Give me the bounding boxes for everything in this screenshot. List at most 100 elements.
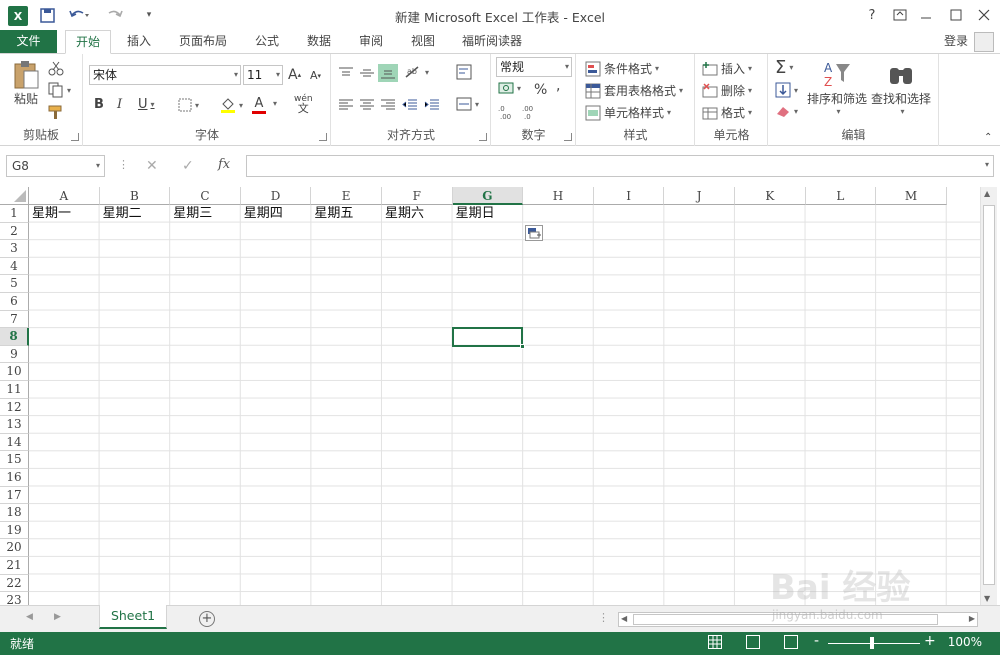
worksheet-grid[interactable]: ABCDEFGHIJKLM 1 2 3 4 5 6 7 8 9 10 11 12 13 14 15 16 17 1… <box>0 187 995 605</box>
column-header-f[interactable]: F <box>382 187 453 205</box>
row-header-2[interactable]: 2 <box>0 222 29 241</box>
account-icon[interactable] <box>974 32 994 52</box>
align-right-icon[interactable] <box>380 98 396 110</box>
percent-button[interactable]: % <box>534 82 547 98</box>
auto-fill-options-icon[interactable] <box>525 224 544 241</box>
zoom-slider[interactable] <box>828 643 920 644</box>
format-cells-button[interactable]: 格式 ▾ <box>702 104 752 121</box>
copy-button[interactable]: ▾ <box>48 82 71 98</box>
minimize-icon[interactable] <box>914 6 938 24</box>
underline-button[interactable]: U ▾ <box>138 97 155 112</box>
column-header-a[interactable]: A <box>29 187 100 205</box>
number-launcher[interactable] <box>564 133 572 141</box>
row-header-18[interactable]: 18 <box>0 504 29 522</box>
page-break-view-icon[interactable] <box>784 635 798 649</box>
column-header-i[interactable]: I <box>593 187 665 205</box>
scroll-up-icon[interactable]: ▲ <box>984 189 990 198</box>
scroll-left-icon[interactable]: ◀ <box>621 614 627 623</box>
tab-file[interactable]: 文件 <box>0 30 57 54</box>
row-header-22[interactable]: 22 <box>0 574 29 593</box>
horizontal-scroll-thumb[interactable] <box>633 614 938 625</box>
column-header-j[interactable]: J <box>664 187 735 205</box>
comma-style-icon[interactable]: , <box>556 78 560 94</box>
row-header-15[interactable]: 15 <box>0 451 29 469</box>
accounting-format-icon[interactable]: ▾ <box>498 81 521 95</box>
row-header-23[interactable]: 23 <box>0 592 29 605</box>
increase-decimal-icon[interactable]: .0.00 <box>498 104 516 120</box>
insert-cells-button[interactable]: 插入 ▾ <box>702 60 752 77</box>
grow-font-button[interactable]: A ▴ <box>288 67 301 83</box>
scroll-right-icon[interactable]: ▶ <box>969 614 975 623</box>
row-header-12[interactable]: 12 <box>0 398 29 417</box>
format-painter-button[interactable] <box>48 104 64 120</box>
cell-g1[interactable]: 星期日 <box>453 205 524 222</box>
add-sheet-button[interactable]: + <box>199 611 215 627</box>
column-header-k[interactable]: K <box>735 187 806 205</box>
font-size-combo[interactable]: 11 ▾ <box>243 65 283 85</box>
column-header-c[interactable]: C <box>170 187 241 205</box>
tab-page-layout[interactable]: 页面布局 <box>170 30 236 54</box>
fill-color-button[interactable]: ▾ <box>220 96 243 114</box>
alignment-launcher[interactable] <box>479 133 487 141</box>
cell-d1[interactable]: 星期四 <box>241 205 312 222</box>
tab-split-grip-icon[interactable]: ⋮ <box>598 611 609 624</box>
ribbon-display-icon[interactable] <box>888 6 912 24</box>
tab-view[interactable]: 视图 <box>402 30 444 54</box>
formula-input[interactable]: ▾ <box>246 155 994 177</box>
row-header-21[interactable]: 21 <box>0 557 29 575</box>
cell-a1[interactable]: 星期一 <box>29 205 100 222</box>
zoom-out-button[interactable]: - <box>814 633 819 649</box>
prev-sheet-icon[interactable]: ◀ <box>26 612 33 622</box>
column-header-e[interactable]: E <box>311 187 382 205</box>
sort-filter-button[interactable]: AZ 排序和筛选 ▾ <box>807 60 867 116</box>
zoom-level[interactable]: 100% <box>948 635 982 649</box>
scroll-down-icon[interactable]: ▼ <box>984 594 990 603</box>
row-header-16[interactable]: 16 <box>0 469 29 487</box>
shrink-font-button[interactable]: A ▾ <box>310 69 321 82</box>
merge-center-icon[interactable]: ▾ <box>456 97 479 111</box>
row-header-3[interactable]: 3 <box>0 240 29 258</box>
clipboard-launcher[interactable] <box>71 133 79 141</box>
find-select-button[interactable]: 查找和选择 ▾ <box>871 60 931 116</box>
font-name-combo[interactable]: 宋体 ▾ <box>89 65 241 85</box>
decrease-decimal-icon[interactable]: .00.0 <box>522 104 540 120</box>
name-box[interactable]: G8 ▾ <box>6 155 105 177</box>
column-header-l[interactable]: L <box>805 187 877 205</box>
tab-insert[interactable]: 插入 <box>118 30 160 54</box>
normal-view-icon[interactable] <box>708 635 722 649</box>
middle-align-icon[interactable] <box>359 66 375 80</box>
column-header-g[interactable]: G <box>452 187 524 205</box>
cell-c1[interactable]: 星期三 <box>170 205 241 222</box>
row-header-4[interactable]: 4 <box>0 257 29 276</box>
collapse-ribbon-icon[interactable]: ⌃ <box>984 132 992 143</box>
horizontal-scrollbar[interactable]: ◀ ▶ <box>618 612 978 627</box>
row-header-6[interactable]: 6 <box>0 293 29 311</box>
active-cell-g8[interactable] <box>451 327 526 349</box>
format-as-table-button[interactable]: 套用表格格式 ▾ <box>585 82 683 99</box>
row-header-14[interactable]: 14 <box>0 433 29 452</box>
fill-button[interactable]: ▾ <box>775 82 798 98</box>
wrap-text-icon[interactable] <box>456 64 472 80</box>
row-header-7[interactable]: 7 <box>0 310 29 329</box>
cell-e1[interactable]: 星期五 <box>311 205 382 222</box>
insert-function-button[interactable]: fx <box>218 157 230 172</box>
column-header-h[interactable]: H <box>523 187 594 205</box>
row-header-13[interactable]: 13 <box>0 416 29 434</box>
top-align-icon[interactable] <box>338 66 354 80</box>
bottom-align-icon[interactable] <box>378 64 398 82</box>
row-header-17[interactable]: 17 <box>0 486 29 505</box>
confirm-entry-icon[interactable]: ✓ <box>182 158 194 174</box>
select-all-corner[interactable] <box>0 187 29 205</box>
cut-button[interactable] <box>48 60 64 76</box>
cell-b1[interactable]: 星期二 <box>100 205 171 222</box>
clear-button[interactable]: ▾ <box>775 104 798 118</box>
page-layout-view-icon[interactable] <box>746 635 760 649</box>
decrease-indent-icon[interactable] <box>402 98 418 110</box>
orientation-icon[interactable]: ab ▾ <box>404 65 429 79</box>
column-header-b[interactable]: B <box>99 187 171 205</box>
cell-area[interactable]: 星期一 星期二 星期三 星期四 星期五 星期六 星期日 <box>29 205 995 605</box>
row-header-1[interactable]: 1 <box>0 205 29 223</box>
border-button[interactable]: ▾ <box>178 98 199 112</box>
maximize-icon[interactable] <box>944 6 968 24</box>
increase-indent-icon[interactable] <box>424 98 440 110</box>
